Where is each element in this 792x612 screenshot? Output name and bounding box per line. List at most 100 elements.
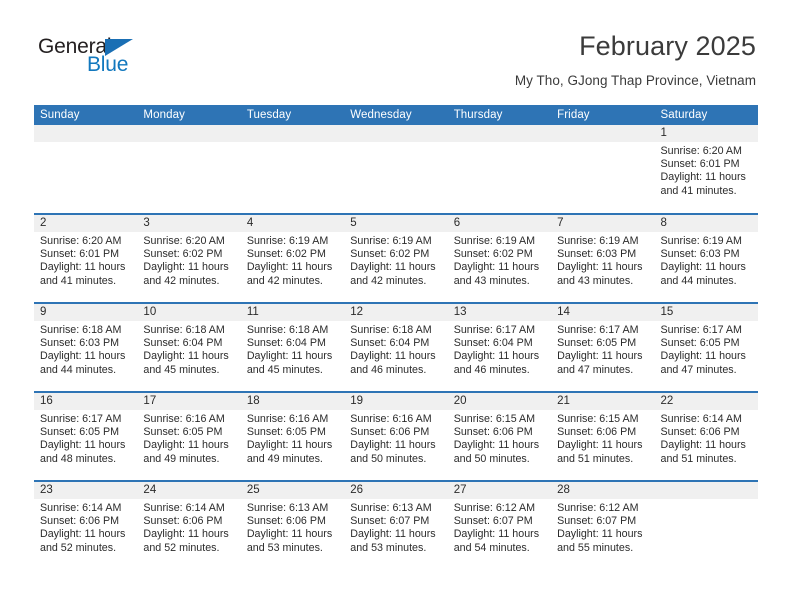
sunset-text: Sunset: 6:02 PM — [143, 248, 223, 261]
sunset-text: Sunset: 6:05 PM — [246, 426, 326, 439]
calendar-day-cell[interactable]: 18 Sunrise: 6:16 AM Sunset: 6:05 PM Dayligh… — [240, 391, 345, 481]
calendar-day-cell[interactable]: 21 Sunrise: 6:15 AM Sunset: 6:06 PM Dayligh… — [551, 391, 655, 481]
daylight-text-line2: and 48 minutes. — [40, 452, 117, 465]
calendar-day-cell[interactable]: 22 Sunrise: 6:14 AM Sunset: 6:06 PM Dayligh… — [654, 391, 758, 481]
day-detail: Sunrise: 6:17 AM Sunset: 6:04 PM Daylight:… — [448, 321, 551, 377]
calendar-day-cell[interactable]: 23 Sunrise: 6:14 AM Sunset: 6:06 PM Dayligh… — [34, 480, 138, 570]
calendar-cell-empty — [654, 480, 758, 570]
sunset-text: Sunset: 6:06 PM — [660, 426, 740, 439]
calendar-day-cell[interactable]: 8 Sunrise: 6:19 AM Sunset: 6:03 PM Daylight… — [654, 213, 758, 303]
daylight-text-line1: Daylight: 11 hours — [350, 439, 436, 452]
calendar-day-cell[interactable]: 1 Sunrise: 6:20 AM Sunset: 6:01 PM Daylight… — [654, 125, 758, 214]
sunset-text: Sunset: 6:07 PM — [557, 515, 637, 528]
calendar-day-cell[interactable]: 5 Sunrise: 6:19 AM Sunset: 6:02 PM Daylight… — [344, 213, 448, 303]
daylight-text-line1: Daylight: 11 hours — [143, 439, 229, 452]
sunset-text: Sunset: 6:05 PM — [40, 426, 120, 439]
calendar-day-cell[interactable]: 6 Sunrise: 6:19 AM Sunset: 6:02 PM Daylight… — [447, 213, 552, 303]
calendar-day-cell[interactable]: 11 Sunrise: 6:18 AM Sunset: 6:04 PM Dayligh… — [240, 302, 345, 392]
daylight-text-line1: Daylight: 11 hours — [557, 439, 643, 452]
page-title: February 2025 — [579, 31, 756, 61]
daylight-text-line1: Daylight: 11 hours — [660, 350, 746, 363]
sunset-text: Sunset: 6:02 PM — [246, 248, 326, 261]
calendar-day-cell[interactable]: 16 Sunrise: 6:17 AM Sunset: 6:05 PM Dayligh… — [34, 391, 138, 481]
day-detail: Sunrise: 6:20 AM Sunset: 6:01 PM Daylight:… — [655, 142, 758, 198]
day-number: 24 — [137, 482, 241, 499]
daylight-text-line2: and 46 minutes. — [453, 363, 530, 376]
daylight-text-line1: Daylight: 11 hours — [453, 261, 540, 274]
day-number — [137, 125, 241, 142]
sunrise-text: Sunrise: 6:16 AM — [246, 413, 329, 425]
calendar-day-cell[interactable]: 3 Sunrise: 6:20 AM Sunset: 6:02 PM Daylight… — [137, 213, 241, 303]
page-header: General Blue February 2025 My Tho, GJong… — [0, 0, 792, 104]
day-detail: Sunrise: 6:18 AM Sunset: 6:03 PM Daylight:… — [34, 321, 137, 377]
sunset-text: Sunset: 6:04 PM — [350, 337, 430, 350]
sunset-text: Sunset: 6:06 PM — [350, 426, 430, 439]
calendar-day-cell[interactable]: 17 Sunrise: 6:16 AM Sunset: 6:05 PM Dayligh… — [137, 391, 241, 481]
sunrise-text: Sunrise: 6:18 AM — [350, 324, 432, 336]
sunrise-text: Sunrise: 6:20 AM — [660, 145, 742, 157]
calendar-day-cell[interactable]: 25 Sunrise: 6:13 AM Sunset: 6:06 PM Dayligh… — [240, 480, 345, 570]
sunrise-text: Sunrise: 6:20 AM — [143, 235, 225, 247]
calendar-day-cell[interactable]: 19 Sunrise: 6:16 AM Sunset: 6:06 PM Dayligh… — [344, 391, 448, 481]
day-detail: Sunrise: 6:17 AM Sunset: 6:05 PM Daylight:… — [655, 321, 758, 377]
calendar-week-row: 2 Sunrise: 6:20 AM Sunset: 6:01 PM Daylight… — [34, 213, 758, 303]
calendar-day-cell[interactable]: 15 Sunrise: 6:17 AM Sunset: 6:05 PM Dayligh… — [654, 302, 758, 392]
day-detail: Sunrise: 6:18 AM Sunset: 6:04 PM Daylight:… — [344, 321, 447, 377]
calendar-day-cell[interactable]: 10 Sunrise: 6:18 AM Sunset: 6:04 PM Dayligh… — [137, 302, 241, 392]
calendar-day-cell[interactable]: 27 Sunrise: 6:12 AM Sunset: 6:07 PM Dayligh… — [447, 480, 552, 570]
sunrise-text: Sunrise: 6:20 AM — [40, 235, 122, 247]
sunset-text: Sunset: 6:01 PM — [40, 248, 120, 261]
daylight-text-line2: and 41 minutes. — [40, 274, 117, 287]
calendar-day-cell[interactable]: 24 Sunrise: 6:14 AM Sunset: 6:06 PM Dayligh… — [137, 480, 241, 570]
daylight-text-line1: Daylight: 11 hours — [557, 528, 643, 541]
sunrise-text: Sunrise: 6:17 AM — [660, 324, 742, 336]
sunset-text: Sunset: 6:03 PM — [40, 337, 120, 350]
weekday-header-saturday: Saturday — [654, 105, 758, 125]
day-detail: Sunrise: 6:14 AM Sunset: 6:06 PM Daylight:… — [34, 499, 137, 555]
day-detail: Sunrise: 6:19 AM Sunset: 6:03 PM Daylight:… — [655, 232, 758, 288]
calendar-day-cell[interactable]: 20 Sunrise: 6:15 AM Sunset: 6:06 PM Dayligh… — [447, 391, 552, 481]
calendar-week-row: 9 Sunrise: 6:18 AM Sunset: 6:03 PM Daylight… — [34, 302, 758, 392]
daylight-text-line1: Daylight: 11 hours — [143, 261, 229, 274]
calendar-day-cell[interactable]: 2 Sunrise: 6:20 AM Sunset: 6:01 PM Daylight… — [34, 213, 138, 303]
daylight-text-line1: Daylight: 11 hours — [40, 528, 126, 541]
sunrise-sunset-calendar-table: Sunday Monday Tuesday Wednesday Thursday… — [34, 105, 758, 570]
daylight-text-line1: Daylight: 11 hours — [453, 439, 540, 452]
day-number — [344, 125, 448, 142]
sunset-text: Sunset: 6:06 PM — [246, 515, 326, 528]
daylight-text-line2: and 42 minutes. — [143, 274, 220, 287]
day-detail: Sunrise: 6:19 AM Sunset: 6:02 PM Daylight:… — [344, 232, 447, 288]
calendar-day-cell[interactable]: 13 Sunrise: 6:17 AM Sunset: 6:04 PM Dayligh… — [447, 302, 552, 392]
daylight-text-line2: and 52 minutes. — [40, 541, 117, 554]
calendar-day-cell[interactable]: 14 Sunrise: 6:17 AM Sunset: 6:05 PM Dayligh… — [551, 302, 655, 392]
sunset-text: Sunset: 6:01 PM — [660, 158, 740, 171]
calendar-cell-empty — [551, 125, 655, 214]
calendar-day-cell[interactable]: 26 Sunrise: 6:13 AM Sunset: 6:07 PM Dayligh… — [344, 480, 448, 570]
calendar-day-cell[interactable]: 9 Sunrise: 6:18 AM Sunset: 6:03 PM Daylight… — [34, 302, 138, 392]
day-detail: Sunrise: 6:19 AM Sunset: 6:02 PM Daylight:… — [241, 232, 344, 288]
calendar-cell-empty — [137, 125, 241, 214]
day-number: 15 — [654, 304, 758, 321]
day-number — [654, 482, 758, 499]
daylight-text-line2: and 43 minutes. — [453, 274, 530, 287]
day-number: 14 — [551, 304, 655, 321]
calendar-day-cell[interactable]: 4 Sunrise: 6:19 AM Sunset: 6:02 PM Daylight… — [240, 213, 345, 303]
daylight-text-line2: and 49 minutes. — [143, 452, 220, 465]
daylight-text-line2: and 43 minutes. — [557, 274, 634, 287]
general-blue-logo[interactable]: General Blue — [38, 36, 218, 88]
calendar-day-cell[interactable]: 28 Sunrise: 6:12 AM Sunset: 6:07 PM Dayligh… — [551, 480, 655, 570]
day-number: 7 — [551, 215, 655, 232]
day-detail: Sunrise: 6:13 AM Sunset: 6:06 PM Daylight:… — [241, 499, 344, 555]
day-number — [240, 125, 345, 142]
day-detail: Sunrise: 6:14 AM Sunset: 6:06 PM Daylight:… — [137, 499, 240, 555]
day-number: 26 — [344, 482, 448, 499]
sunset-text: Sunset: 6:03 PM — [660, 248, 740, 261]
daylight-text-line1: Daylight: 11 hours — [350, 528, 436, 541]
calendar-day-cell[interactable]: 12 Sunrise: 6:18 AM Sunset: 6:04 PM Dayligh… — [344, 302, 448, 392]
calendar-day-cell[interactable]: 7 Sunrise: 6:19 AM Sunset: 6:03 PM Daylight… — [551, 213, 655, 303]
daylight-text-line2: and 44 minutes. — [40, 363, 117, 376]
sunset-text: Sunset: 6:06 PM — [143, 515, 223, 528]
daylight-text-line1: Daylight: 11 hours — [246, 261, 333, 274]
day-number: 12 — [344, 304, 448, 321]
sunrise-text: Sunrise: 6:19 AM — [660, 235, 742, 247]
